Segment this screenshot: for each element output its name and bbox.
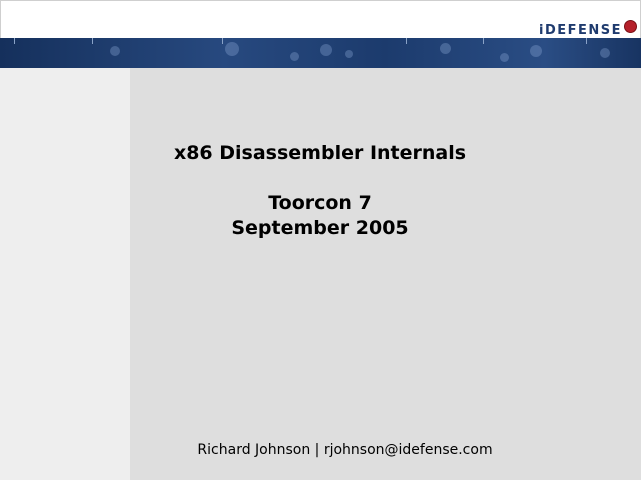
- slide-event: Toorcon 7: [268, 192, 372, 214]
- slide-title: x86 Disassembler Internals: [173, 142, 467, 164]
- banner-tick: [586, 38, 587, 44]
- banner-dot: [345, 50, 353, 58]
- banner-dot: [320, 44, 332, 56]
- banner-dot: [530, 45, 542, 57]
- header-banner: [0, 38, 641, 68]
- slide-header: iDEFENSE: [0, 0, 641, 39]
- banner-tick: [406, 38, 407, 44]
- logo-text: iDEFENSE: [538, 22, 622, 38]
- banner-dot: [110, 46, 120, 56]
- banner-dot: [600, 48, 610, 58]
- banner-tick: [483, 38, 484, 44]
- banner-dot: [440, 43, 451, 54]
- slide-date: September 2005: [231, 217, 409, 239]
- main-panel: [130, 68, 641, 480]
- left-panel: [0, 68, 130, 480]
- banner-tick: [14, 38, 15, 44]
- banner-dot: [225, 42, 239, 56]
- banner-dot: [290, 52, 299, 61]
- banner-tick: [92, 38, 93, 44]
- banner-dot: [500, 53, 509, 62]
- slide: iDEFENSE x86 Disassembler Internals Toor…: [0, 0, 641, 480]
- logo-badge-icon: [624, 19, 637, 33]
- banner-tick: [222, 38, 223, 44]
- idefense-logo: iDEFENSE: [538, 19, 637, 39]
- slide-footer: Richard Johnson | rjohnson@idefense.com: [197, 442, 493, 458]
